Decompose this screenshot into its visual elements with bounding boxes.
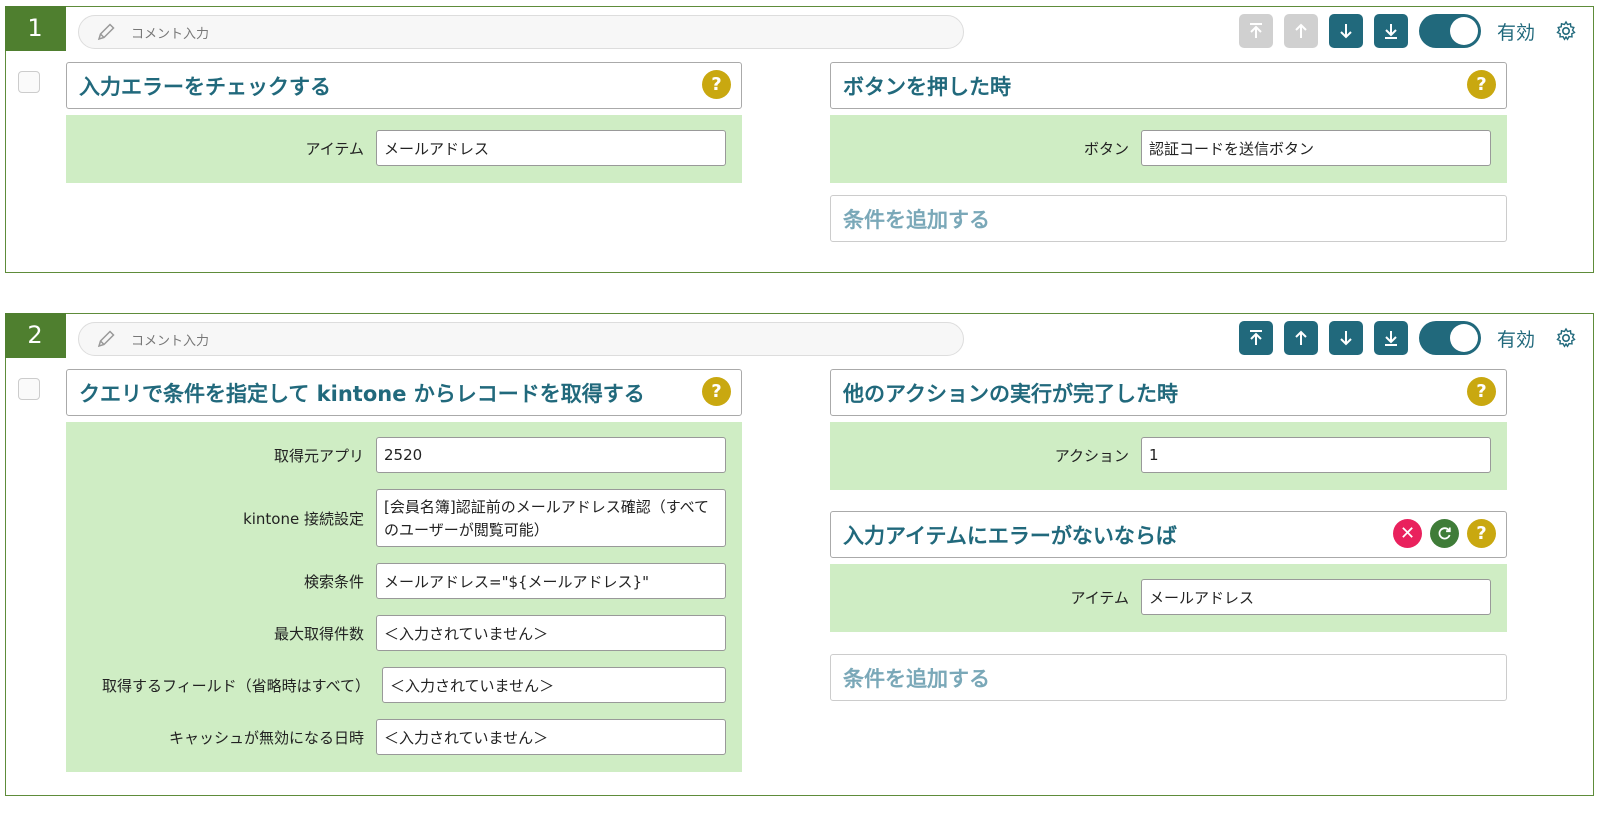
param-value[interactable]: [会員名簿]認証前のメールアドレス確認（すべてのユーザーが閲覧可能） (376, 489, 726, 547)
comment-placeholder: コメント入力 (131, 333, 210, 349)
param-label: ボタン (1083, 139, 1129, 158)
param-label: アイテム (305, 139, 364, 158)
delete-icon[interactable]: ✕ (1393, 519, 1422, 548)
param-row: アイテム メールアドレス (66, 130, 742, 166)
pencil-icon (93, 326, 119, 352)
refresh-icon[interactable] (1430, 519, 1459, 548)
action-title: 入力エラーをチェックする (79, 74, 331, 99)
arrow-to-top-icon (1249, 23, 1262, 38)
arrow-to-top-icon (1249, 330, 1262, 345)
trigger-title: ボタンを押した時 (843, 74, 1011, 99)
action-title: クエリで条件を指定して kintone からレコードを取得する (79, 381, 645, 406)
param-row: アイテム メールアドレス (830, 579, 1507, 615)
help-icon[interactable]: ? (1467, 377, 1496, 406)
param-row: 取得元アプリ 2520 (66, 437, 742, 473)
gear-icon (1556, 20, 1576, 41)
rule-number: 1 (4, 5, 66, 51)
action-params-panel: アイテム メールアドレス (66, 115, 742, 183)
help-icon[interactable]: ? (702, 377, 731, 406)
arrow-to-bottom-icon (1384, 331, 1397, 346)
add-condition-button[interactable]: 条件を追加する (830, 195, 1507, 242)
param-row: 取得するフィールド（省略時はすべて） ＜入力されていません＞ (66, 667, 742, 703)
rule-checkbox[interactable] (18, 71, 40, 93)
comment-input[interactable]: コメント入力 (78, 322, 964, 356)
param-row: 検索条件 メールアドレス="${メールアドレス}" (66, 563, 742, 599)
help-icon[interactable]: ? (1467, 70, 1496, 99)
toggle-knob (1449, 17, 1478, 45)
action-header: 入力エラーをチェックする ? (66, 62, 742, 109)
param-label: 最大取得件数 (273, 624, 364, 643)
condition-title: 入力アイテムにエラーがないならば (843, 523, 1177, 548)
settings-button[interactable] (1549, 321, 1583, 355)
rule-toolbar: 有効 (1228, 320, 1583, 356)
gear-icon (1556, 327, 1576, 348)
move-bottom-button[interactable] (1373, 14, 1408, 48)
param-row: アクション 1 (830, 437, 1507, 473)
param-value[interactable]: メールアドレス="${メールアドレス}" (376, 563, 726, 599)
param-label: キャッシュが無効になる日時 (168, 728, 364, 747)
action-header: クエリで条件を指定して kintone からレコードを取得する ? (66, 369, 742, 416)
param-label: 取得するフィールド（省略時はすべて） (101, 676, 370, 695)
help-icon[interactable]: ? (1467, 519, 1496, 548)
trigger-params-panel: ボタン 認証コードを送信ボタン (830, 115, 1507, 183)
arrow-up-icon (1295, 330, 1307, 345)
trigger-header: ボタンを押した時 ? (830, 62, 1507, 109)
param-value[interactable]: ＜入力されていません＞ (376, 615, 726, 651)
param-value[interactable]: 2520 (376, 437, 726, 473)
param-row: ボタン 認証コードを送信ボタン (830, 130, 1507, 166)
action-params-panel: 取得元アプリ 2520 kintone 接続設定 [会員名簿]認証前のメールアド… (66, 422, 742, 772)
arrow-to-bottom-icon (1384, 24, 1397, 39)
param-row: 最大取得件数 ＜入力されていません＞ (66, 615, 742, 651)
condition-params-panel: アイテム メールアドレス (830, 564, 1507, 632)
move-up-button[interactable] (1283, 321, 1318, 355)
condition-header: 入力アイテムにエラーがないならば ✕ ? (830, 511, 1507, 558)
enabled-label: 有効 (1496, 21, 1535, 44)
param-value[interactable]: 認証コードを送信ボタン (1141, 130, 1491, 166)
settings-button[interactable] (1549, 14, 1583, 48)
param-value[interactable]: ＜入力されていません＞ (376, 719, 726, 755)
param-value[interactable]: メールアドレス (1141, 579, 1491, 615)
arrow-down-icon (1340, 331, 1352, 346)
comment-input[interactable]: コメント入力 (78, 15, 964, 49)
comment-placeholder: コメント入力 (131, 26, 210, 42)
param-label: 検索条件 (303, 572, 364, 591)
move-down-button[interactable] (1328, 321, 1363, 355)
trigger-title: 他のアクションの実行が完了した時 (843, 381, 1178, 406)
trigger-params-panel: アクション 1 (830, 422, 1507, 490)
move-up-button[interactable] (1283, 14, 1318, 48)
rule-toolbar: 有効 (1228, 13, 1583, 49)
rule-card-2: 2 コメント入力 有効 クエリで条件を指定して kintone からレコードを取… (4, 312, 1594, 796)
arrow-down-icon (1340, 24, 1352, 39)
enabled-toggle[interactable] (1418, 321, 1481, 355)
param-value[interactable]: ＜入力されていません＞ (382, 667, 726, 703)
help-icon[interactable]: ? (702, 70, 731, 99)
rule-number: 2 (4, 312, 66, 358)
trigger-header: 他のアクションの実行が完了した時 ? (830, 369, 1507, 416)
pencil-icon (93, 19, 119, 45)
move-down-button[interactable] (1328, 14, 1363, 48)
param-value[interactable]: メールアドレス (376, 130, 726, 166)
param-label: アクション (1054, 446, 1129, 465)
param-label: アイテム (1070, 588, 1129, 607)
arrow-up-icon (1295, 23, 1307, 38)
param-value[interactable]: 1 (1141, 437, 1491, 473)
move-top-button[interactable] (1238, 14, 1273, 48)
param-row: kintone 接続設定 [会員名簿]認証前のメールアドレス確認（すべてのユーザ… (66, 489, 742, 547)
enabled-label: 有効 (1496, 328, 1535, 351)
toggle-knob (1449, 324, 1478, 352)
move-bottom-button[interactable] (1373, 321, 1408, 355)
add-condition-button[interactable]: 条件を追加する (830, 654, 1507, 701)
rule-card-1: 1 コメント入力 有効 入力エラーをチェックする ? アイテム メールアドレス … (4, 5, 1594, 273)
enabled-toggle[interactable] (1418, 14, 1481, 48)
rule-checkbox[interactable] (18, 378, 40, 400)
param-label: kintone 接続設定 (243, 509, 364, 528)
param-label: 取得元アプリ (273, 446, 364, 465)
param-row: キャッシュが無効になる日時 ＜入力されていません＞ (66, 719, 742, 755)
move-top-button[interactable] (1238, 321, 1273, 355)
